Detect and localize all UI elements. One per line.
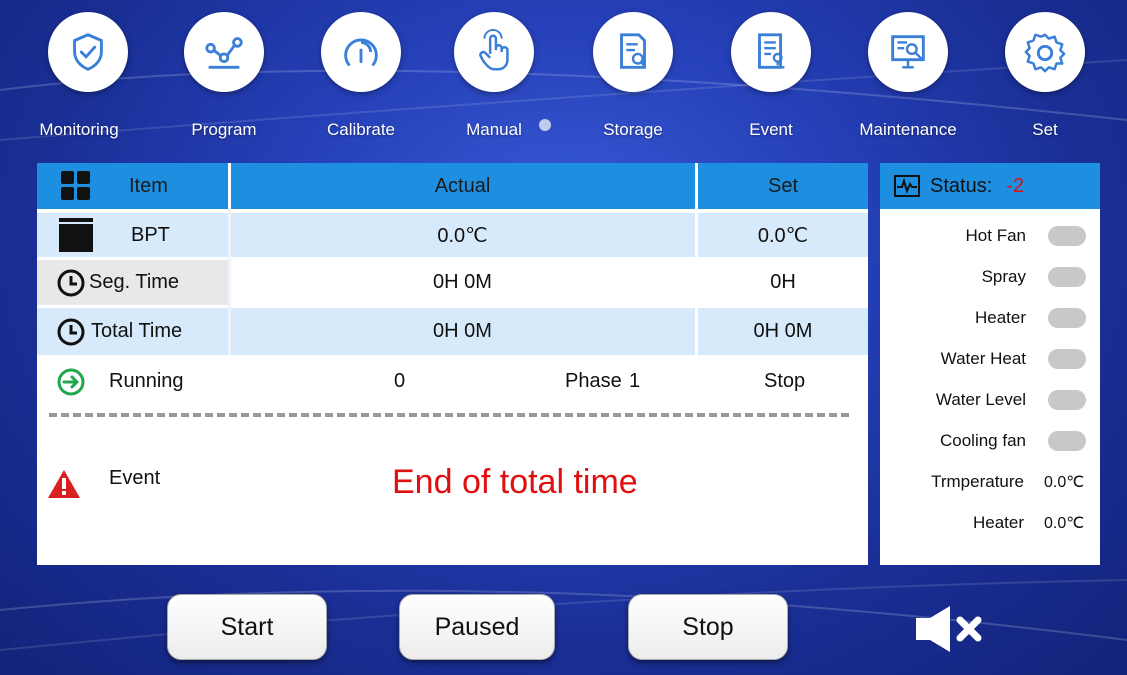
status-toggle-row: Spray — [880, 262, 1100, 292]
reading-value: 0.0℃ — [1044, 515, 1085, 532]
status-toggle-row: Heater — [880, 303, 1100, 333]
nav-set-label: Set — [1032, 120, 1058, 139]
header-actual-label: Actual — [434, 174, 491, 197]
header-item-label: Item — [129, 174, 168, 197]
paused-button[interactable]: Paused — [399, 594, 555, 660]
grid-icon — [61, 171, 90, 200]
header-set-label: Set — [767, 174, 799, 197]
status-toggle-row: Cooling fan — [880, 426, 1100, 456]
nav-calibrate[interactable]: Calibrate — [301, 12, 421, 142]
table-row: BPT 0.0℃ 0.0℃ — [37, 213, 868, 257]
main-panel: Item Actual Set BPT 0.0℃ 0.0℃ Seg. Time … — [37, 163, 868, 565]
nav-monitoring[interactable]: Monitoring — [28, 12, 148, 142]
pulse-monitor-icon — [894, 175, 920, 197]
status-toggle-row: Hot Fan — [880, 221, 1100, 251]
status-header: Status: -2 — [880, 163, 1100, 209]
toggle-label: Water Level — [935, 390, 1026, 409]
toggle-label: Hot Fan — [965, 226, 1026, 245]
gear-icon — [1005, 12, 1085, 92]
row-item-cell: Total Time — [37, 308, 228, 355]
table-row: Total Time 0H 0M 0H 0M — [37, 308, 868, 355]
running-value: 0 — [394, 370, 406, 392]
row-item-label: Seg. Time — [89, 271, 180, 293]
document-search-icon — [593, 12, 673, 92]
water-level-indicator — [1048, 390, 1086, 410]
start-button[interactable]: Start — [167, 594, 327, 660]
divider — [49, 413, 849, 417]
toggle-label: Spray — [981, 267, 1026, 286]
arrow-circle-right-icon — [57, 368, 85, 396]
nav-storage-label: Storage — [603, 120, 663, 139]
block-icon — [59, 218, 93, 252]
nav-program[interactable]: Program — [164, 12, 284, 142]
row-actual-value: 0.0℃ — [437, 224, 488, 247]
running-row: Running 0 Phase 1 Stop — [37, 359, 868, 405]
nav-manual-label: Manual — [466, 120, 522, 139]
event-label: Event — [109, 467, 161, 489]
row-item-cell: BPT — [37, 213, 228, 257]
header-item-cell: Item — [37, 163, 228, 209]
toggle-label: Water Heat — [940, 349, 1026, 368]
gauge-icon — [321, 12, 401, 92]
water-heat-indicator — [1048, 349, 1086, 369]
nav-event[interactable]: Event — [711, 12, 831, 142]
running-label: Running — [109, 370, 184, 392]
nav-storage[interactable]: Storage — [573, 12, 693, 142]
row-item-label: BPT — [131, 223, 170, 246]
status-code: -2 — [1006, 174, 1025, 197]
reading-label: Heater — [972, 513, 1024, 532]
run-state: Stop — [764, 370, 806, 392]
warning-icon — [48, 470, 80, 498]
shield-check-icon — [48, 12, 128, 92]
row-actual-value: 0H 0M — [433, 320, 492, 342]
clock-icon — [57, 318, 85, 345]
mute-button[interactable] — [912, 604, 992, 654]
nav-maintenance[interactable]: Maintenance — [848, 12, 968, 142]
reading-label: Trmperature — [931, 472, 1024, 491]
hot-fan-indicator — [1048, 226, 1086, 246]
status-label: Status: — [930, 174, 993, 197]
event-message: End of total time — [392, 463, 638, 501]
row-set-value: 0H — [770, 271, 796, 293]
status-reading-row: Heater 0.0℃ — [880, 508, 1100, 538]
hand-pointer-icon — [454, 12, 534, 92]
row-set-value: 0.0℃ — [757, 224, 809, 247]
nav-manual[interactable]: Manual — [434, 12, 554, 142]
table-row: Seg. Time 0H 0M 0H — [37, 260, 868, 305]
row-item-label: Total Time — [91, 320, 183, 342]
graph-nodes-icon — [184, 12, 264, 92]
table-header: Item Actual Set — [37, 163, 868, 209]
speaker-muted-icon — [916, 606, 982, 652]
nav-monitoring-label: Monitoring — [39, 120, 119, 139]
status-toggle-row: Water Level — [880, 385, 1100, 415]
toggle-label: Cooling fan — [939, 431, 1026, 450]
nav-set[interactable]: Set — [985, 12, 1105, 142]
clock-icon — [57, 269, 85, 296]
status-panel: Status: -2 Hot Fan Spray Heater Water He… — [880, 163, 1100, 565]
heater-indicator — [1048, 308, 1086, 328]
nav-calibrate-label: Calibrate — [326, 120, 396, 139]
toggle-label: Heater — [974, 308, 1026, 327]
nav-program-label: Program — [191, 120, 257, 139]
phase-value: 1 — [629, 370, 641, 392]
reading-value: 0.0℃ — [1044, 474, 1085, 491]
row-item-cell: Seg. Time — [37, 260, 228, 305]
spray-indicator — [1048, 267, 1086, 287]
document-stamp-icon — [731, 12, 811, 92]
row-actual-value: 0H 0M — [433, 271, 492, 293]
nav-maintenance-label: Maintenance — [859, 120, 957, 139]
screen-wrench-icon — [868, 12, 948, 92]
cooling-fan-indicator — [1048, 431, 1086, 451]
status-reading-row: Trmperature 0.0℃ — [880, 467, 1100, 497]
row-set-value: 0H 0M — [753, 320, 813, 342]
status-toggle-row: Water Heat — [880, 344, 1100, 374]
nav-event-label: Event — [749, 120, 793, 139]
stop-button[interactable]: Stop — [628, 594, 788, 660]
phase-label: Phase — [565, 370, 622, 392]
top-nav: Monitoring Program Calibrate Manual Stor… — [0, 0, 1127, 150]
